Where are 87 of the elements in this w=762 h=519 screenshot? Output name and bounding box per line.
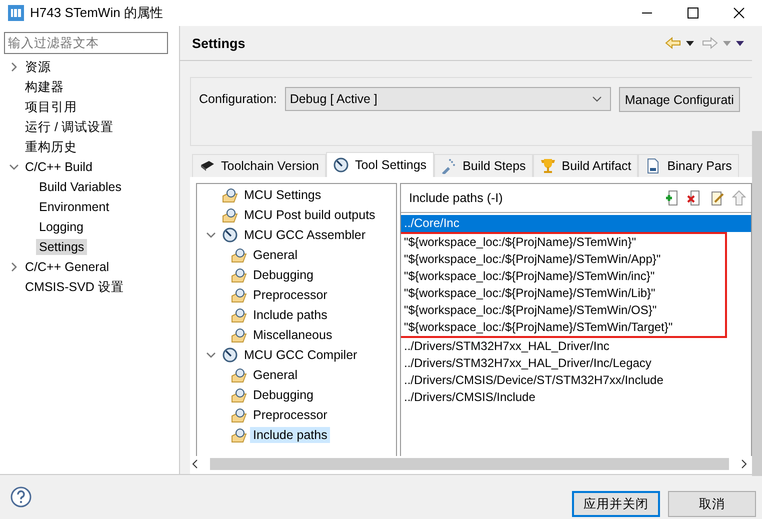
folder-gauge-icon <box>231 247 247 263</box>
gauge-icon <box>332 157 349 173</box>
path-item[interactable]: "${workspace_loc:/${ProjName}/STemWin/Target}" <box>401 319 725 336</box>
chip-icon <box>199 158 215 174</box>
tab[interactable]: Build Steps <box>434 154 533 177</box>
tab[interactable]: Toolchain Version <box>192 154 326 177</box>
tree-item[interactable]: Include paths <box>250 427 330 443</box>
tree-item[interactable]: Preprocessor <box>250 287 330 303</box>
view-menu-icon[interactable] <box>736 40 744 46</box>
chevron-down-icon[interactable] <box>206 350 216 360</box>
folder-gauge-icon <box>222 187 238 203</box>
folder-gauge-icon <box>231 407 247 423</box>
manage-configurations-button[interactable]: Manage Configurati <box>618 87 740 112</box>
close-icon[interactable] <box>733 7 745 19</box>
path-item[interactable]: "${workspace_loc:/${ProjName}/STemWin}" <box>401 234 725 251</box>
nav-item[interactable]: 重构历史 <box>22 138 80 156</box>
nav-item[interactable]: C/C++ General <box>22 259 112 275</box>
tab[interactable]: Build Artifact <box>532 154 638 177</box>
nav-item[interactable]: 项目引用 <box>22 98 80 116</box>
gauge-icon <box>222 227 238 243</box>
tree-item[interactable]: Include paths <box>250 307 330 323</box>
chevron-right-icon[interactable] <box>9 62 19 72</box>
folder-gauge-icon <box>231 387 247 403</box>
binary-file-icon <box>645 158 662 174</box>
filter-field[interactable]: 输入过滤器文本 <box>4 32 168 54</box>
path-item[interactable]: ../Core/Inc <box>401 215 751 232</box>
chevron-right-icon[interactable] <box>9 262 19 272</box>
app-logo-icon <box>8 5 24 21</box>
tree-item[interactable]: MCU GCC Compiler <box>241 347 360 363</box>
tree-item[interactable]: General <box>250 367 300 383</box>
trophy-icon <box>540 158 556 174</box>
nav-item[interactable]: Build Variables <box>36 179 124 195</box>
window-title: H743 STemWin 的属性 <box>30 4 163 22</box>
folder-gauge-icon <box>231 367 247 383</box>
configuration-dropdown[interactable]: Debug [ Active ] <box>284 87 611 111</box>
tree-item[interactable]: MCU Post build outputs <box>241 207 378 223</box>
folder-gauge-icon <box>222 207 238 223</box>
tree-item[interactable]: Preprocessor <box>250 407 330 423</box>
folder-gauge-icon <box>231 427 247 443</box>
nav-item[interactable]: 运行 / 调试设置 <box>22 118 116 136</box>
path-item[interactable]: "${workspace_loc:/${ProjName}/STemWin/App}" <box>401 251 725 268</box>
folder-gauge-icon <box>231 287 247 303</box>
chevron-down-icon <box>592 96 602 102</box>
page-title: Settings <box>192 36 246 50</box>
nav-item[interactable]: Settings <box>36 239 88 255</box>
gauge-icon <box>222 347 238 363</box>
maximize-icon[interactable] <box>687 7 699 19</box>
nav-item[interactable]: Logging <box>36 219 86 235</box>
horizontal-scrollbar[interactable] <box>190 456 752 474</box>
path-item[interactable]: ../Drivers/STM32H7xx_HAL_Driver/Inc/Legacy <box>401 355 751 372</box>
path-item[interactable]: ../Drivers/STM32H7xx_HAL_Driver/Inc <box>401 338 751 355</box>
folder-gauge-icon <box>231 327 247 343</box>
path-item[interactable]: "${workspace_loc:/${ProjName}/STemWin/Lib}" <box>401 285 725 302</box>
path-item[interactable]: ../Drivers/CMSIS/Device/ST/STM32H7xx/Include <box>401 372 751 389</box>
dialog-button[interactable]: 取消 <box>668 491 756 517</box>
help-icon[interactable] <box>10 486 32 508</box>
path-item[interactable]: "${workspace_loc:/${ProjName}/STemWin/inc}" <box>401 268 725 285</box>
path-item[interactable]: ../Drivers/CMSIS/Include <box>401 389 751 406</box>
tree-item[interactable]: Debugging <box>250 267 316 283</box>
tree-item[interactable]: Debugging <box>250 387 316 403</box>
nav-item[interactable]: 资源 <box>22 58 54 76</box>
chevron-down-icon[interactable] <box>9 162 19 172</box>
nav-item[interactable]: 构建器 <box>22 78 67 96</box>
configuration-label: Configuration: <box>199 92 277 106</box>
nav-item[interactable]: C/C++ Build <box>22 159 96 175</box>
path-item[interactable]: "${workspace_loc:/${ProjName}/STemWin/OS}" <box>401 302 725 319</box>
nav-item[interactable]: CMSIS-SVD 设置 <box>22 278 127 296</box>
tab[interactable]: Tool Settings <box>326 152 434 177</box>
dropdown-caret-icon[interactable] <box>686 40 694 46</box>
scroll-left-icon[interactable] <box>192 459 198 469</box>
move-up-icon[interactable] <box>731 190 747 206</box>
folder-gauge-icon <box>231 307 247 323</box>
scroll-right-icon[interactable] <box>741 459 747 469</box>
vertical-scrollbar[interactable] <box>752 26 762 474</box>
edit-file-icon[interactable] <box>709 190 725 206</box>
back-arrow-icon[interactable] <box>665 37 681 49</box>
list-title: Include paths (-I) <box>409 191 503 205</box>
chevron-down-icon[interactable] <box>206 230 216 240</box>
spray-icon <box>440 158 457 174</box>
dialog-button[interactable]: 应用并关闭 <box>572 491 660 517</box>
tree-item[interactable]: MCU Settings <box>241 187 324 203</box>
tree-item[interactable]: MCU GCC Assembler <box>241 227 369 243</box>
folder-gauge-icon <box>231 267 247 283</box>
tree-item[interactable]: General <box>250 247 300 263</box>
tab[interactable]: Binary Pars <box>638 154 739 177</box>
tree-item[interactable]: Miscellaneous <box>250 327 336 343</box>
nav-item[interactable]: Environment <box>36 199 112 215</box>
